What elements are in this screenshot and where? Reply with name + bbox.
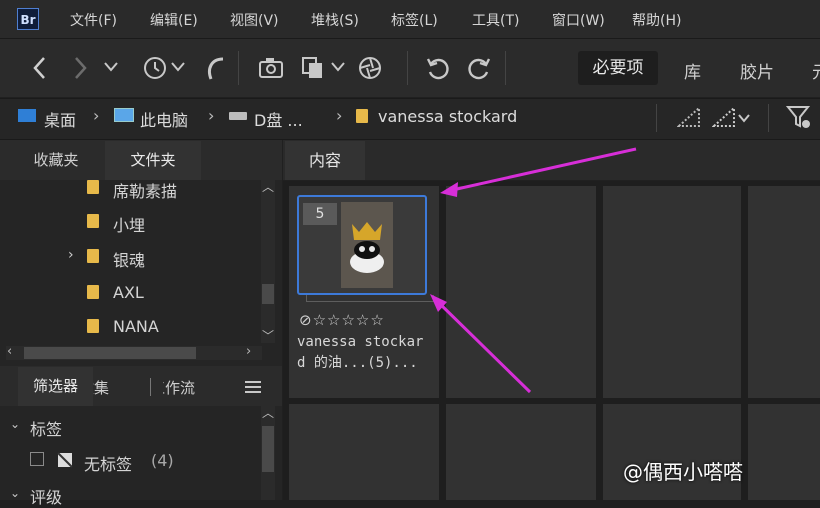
menu-view[interactable]: 视图(V) [230, 10, 279, 30]
stack-count-badge[interactable]: 5 [303, 203, 337, 225]
scroll-up-icon[interactable]: ︿ [262, 404, 274, 421]
expand-chevron-icon[interactable]: › [68, 247, 74, 263]
breadcrumb-d-drive[interactable]: D盘 ... [254, 107, 303, 131]
quality-icon[interactable] [676, 105, 701, 132]
rating-stars[interactable]: ⊘☆☆☆☆☆ [299, 311, 385, 329]
drive-icon [229, 112, 247, 120]
menu-help[interactable]: 帮助(H) [632, 10, 681, 30]
folder-icon [87, 285, 99, 299]
folder-item[interactable]: 小埋 [113, 212, 145, 236]
empty-cell [748, 186, 820, 398]
tab-collections-label: 收集 [93, 379, 110, 397]
copy-stack-icon[interactable] [300, 55, 326, 81]
thumbnail-image[interactable] [341, 202, 393, 288]
chevron-down-icon[interactable] [103, 60, 119, 74]
workspace-essentials[interactable]: 必要项 [578, 51, 658, 85]
folder-icon [87, 180, 99, 194]
chevron-down-icon[interactable] [170, 60, 186, 74]
menu-label[interactable]: 标签(L) [391, 10, 438, 30]
tab-workflow-label: 工作流 [163, 379, 196, 397]
folder-item[interactable]: 席勒素描 [113, 178, 177, 202]
panel-menu-icon[interactable] [244, 380, 262, 398]
toolbar-divider [505, 51, 506, 85]
scroll-thumb[interactable] [262, 284, 274, 304]
rotate-left-icon[interactable] [425, 55, 451, 81]
empty-cell [603, 404, 741, 500]
desktop-icon [18, 109, 36, 122]
menu-stacks[interactable]: 堆栈(S) [311, 10, 359, 30]
watermark: @偶西小嗒嗒 [623, 460, 743, 484]
chevron-right-icon: › [208, 106, 215, 125]
menu-edit[interactable]: 编辑(E) [150, 10, 198, 30]
breadcrumb-this-pc[interactable]: 此电脑 [140, 107, 188, 131]
computer-icon [114, 108, 134, 122]
chevron-down-icon[interactable] [330, 60, 346, 74]
filter-checkbox[interactable] [30, 452, 44, 466]
filter-section-rating[interactable]: 评级 [30, 484, 62, 508]
workspace-library[interactable]: 库 [684, 58, 701, 83]
breadcrumb-desktop[interactable]: 桌面 [44, 107, 76, 131]
tab-divider [150, 378, 151, 396]
folder-icon [356, 109, 368, 123]
tab-filter[interactable]: 筛选器 [18, 367, 93, 406]
stack-indicator [306, 295, 434, 302]
filter-item-label: 无标签 [84, 455, 133, 474]
tab-collections[interactable]: 收集 [93, 367, 131, 406]
collapse-chevron-icon[interactable]: ⌄ [10, 486, 20, 500]
folder-icon [87, 214, 99, 228]
thumbnail-filename-line2: d 的油...(5)... [297, 355, 418, 371]
tab-favorites[interactable]: 收藏夹 [8, 141, 104, 179]
app-logo: Br [17, 8, 39, 30]
folders-vertical-scrollbar[interactable] [261, 180, 275, 343]
empty-cell [446, 186, 596, 398]
back-arrow-icon[interactable] [30, 55, 50, 81]
scroll-up-icon[interactable]: ︿ [262, 178, 274, 195]
aperture-icon[interactable] [357, 55, 383, 81]
thumbnail-filename-line1: vanessa stockar [297, 334, 424, 350]
scroll-thumb[interactable] [262, 426, 274, 472]
scroll-thumb[interactable] [24, 347, 196, 359]
history-clock-icon[interactable] [142, 55, 168, 81]
tab-content[interactable]: 内容 [285, 141, 365, 180]
tab-workflow[interactable]: 工作流 [163, 367, 233, 406]
empty-cell [748, 404, 820, 500]
empty-cell [446, 404, 596, 500]
rotate-right-icon[interactable] [466, 55, 492, 81]
menu-window[interactable]: 窗口(W) [552, 10, 605, 30]
empty-cell [289, 404, 439, 500]
filter-funnel-icon[interactable] [785, 104, 812, 134]
scroll-down-icon[interactable]: ﹀ [262, 327, 274, 344]
empty-cell [603, 186, 741, 398]
chevron-right-icon: › [93, 106, 100, 125]
workspace-filmstrip[interactable]: 胶片 [740, 58, 774, 83]
folder-item[interactable]: AXL [113, 283, 144, 302]
folder-icon [87, 319, 99, 333]
toolbar-divider [407, 51, 408, 85]
menu-tools[interactable]: 工具(T) [472, 10, 519, 30]
scroll-right-icon[interactable]: › [246, 344, 251, 359]
folder-item[interactable]: NANA [113, 317, 159, 336]
thumbnail-quality-icon[interactable] [711, 105, 736, 132]
no-label-icon [57, 452, 73, 472]
folder-item[interactable]: 银魂 [113, 247, 145, 271]
collapse-chevron-icon[interactable]: ⌄ [10, 417, 20, 431]
pathbar-divider [768, 104, 769, 132]
scroll-left-icon[interactable]: ‹ [7, 344, 12, 359]
boomerang-icon[interactable] [203, 55, 227, 81]
forward-arrow-icon[interactable] [70, 55, 90, 81]
filter-section-labels[interactable]: 标签 [30, 416, 62, 440]
pathbar-divider [656, 104, 657, 132]
chevron-down-icon[interactable] [737, 112, 751, 128]
tab-folders[interactable]: 文件夹 [105, 141, 201, 180]
menu-file[interactable]: 文件(F) [70, 10, 117, 30]
toolbar-divider [238, 51, 239, 85]
chevron-right-icon: › [336, 106, 343, 125]
breadcrumb-current-folder[interactable]: vanessa stockard [378, 107, 517, 126]
camera-import-icon[interactable] [258, 55, 286, 81]
folder-icon [87, 249, 99, 263]
workspace-metadata[interactable]: 元 [812, 58, 820, 83]
filter-item-count: (4) [151, 451, 174, 470]
